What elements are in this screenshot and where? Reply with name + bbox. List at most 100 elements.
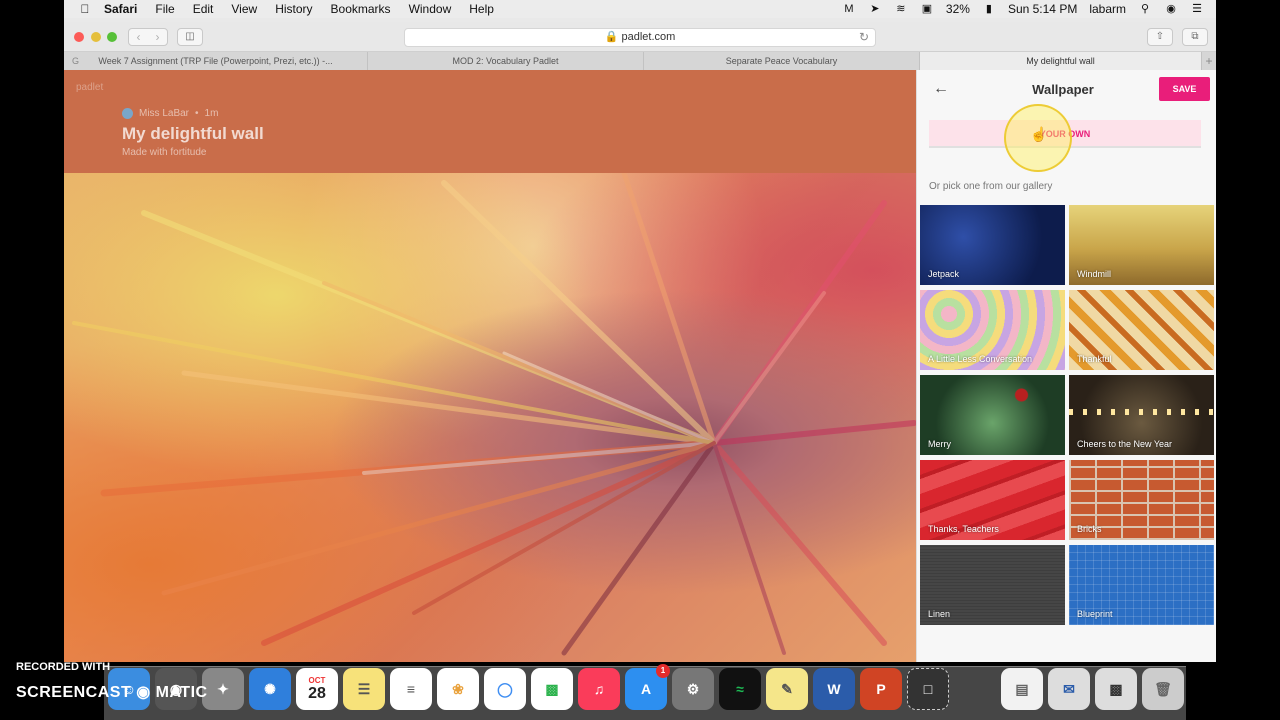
right-letterbox (1216, 0, 1280, 720)
wallpaper-windmill[interactable]: Windmill (1069, 205, 1214, 285)
calendar-icon[interactable]: OCT 28 (296, 668, 338, 710)
tab-label: MOD 2: Vocabulary Padlet (452, 56, 559, 66)
wallpaper-streaks (72, 173, 916, 656)
padlet-page: padlet Miss LaBar • 1m My delightful wal… (64, 70, 916, 662)
wallpaper-label: Thankful (1077, 354, 1112, 364)
itunes-icon[interactable]: ♫ (578, 668, 620, 710)
wallpaper-linen[interactable]: Linen (920, 545, 1065, 625)
sidebar-toggle-button[interactable]: ◫ (177, 28, 203, 46)
gmail-icon[interactable]: M (842, 3, 856, 15)
tab-bar: G Week 7 Assignment (TRP File (Powerpoin… (64, 52, 1216, 70)
calendar-day: 28 (308, 684, 326, 702)
wallpaper-thanks-teachers[interactable]: Thanks, Teachers (920, 460, 1065, 540)
window-zoom-button[interactable] (107, 32, 117, 42)
wall-header: padlet Miss LaBar • 1m My delightful wal… (64, 70, 916, 173)
display-icon[interactable]: ▣ (920, 3, 934, 15)
window-minimize-button[interactable] (91, 32, 101, 42)
safari-icon[interactable]: ✺ (249, 668, 291, 710)
mac-menu-bar:  Safari File Edit View History Bookmark… (64, 0, 1216, 18)
screen-recording-icon[interactable]: ▩ (1095, 668, 1137, 710)
photos-icon[interactable]: ❀ (437, 668, 479, 710)
wallpaper-label: Jetpack (928, 269, 960, 279)
url-text: padlet.com (621, 31, 676, 43)
user-name[interactable]: labarm (1089, 2, 1126, 16)
dot-separator: • (195, 108, 199, 119)
location-icon[interactable]: ➤ (868, 3, 882, 15)
spotify-icon[interactable]: ≈ (719, 668, 761, 710)
wifi-icon[interactable]: ≋ (894, 3, 908, 15)
wallpaper-bricks[interactable]: Bricks (1069, 460, 1214, 540)
menu-edit[interactable]: Edit (193, 2, 214, 16)
matic-word: MATIC (155, 684, 208, 701)
menu-view[interactable]: View (231, 2, 257, 16)
battery-icon[interactable]: ▮ (982, 3, 996, 15)
screenshot-icon[interactable]: □ (907, 668, 949, 710)
wallpaper-jetpack[interactable]: Jetpack (920, 205, 1065, 285)
documents-folder-icon[interactable]: ▤ (1001, 668, 1043, 710)
notification-center-icon[interactable]: ☰ (1190, 3, 1204, 15)
tab-week7-assignment[interactable]: G Week 7 Assignment (TRP File (Powerpoin… (64, 52, 368, 70)
tab-separate-peace[interactable]: Separate Peace Vocabulary (644, 52, 920, 70)
app-store-icon[interactable]: A1 (625, 664, 670, 710)
system-preferences-icon[interactable]: ⚙ (672, 668, 714, 710)
wallpaper-thankful[interactable]: Thankful (1069, 290, 1214, 370)
google-icon: G (72, 56, 80, 66)
wallpaper-canvas[interactable] (64, 173, 916, 662)
wall-subtitle[interactable]: Made with fortitude (122, 147, 207, 158)
dock-icons: ☺ ◉ ✦ ✺ OCT 28 ☰ ≡ ❀ ◯ ▩ ♫ A1 ⚙ ≈ ✎ W P … (108, 664, 1184, 710)
word-document-icon[interactable]: ✉ (1048, 668, 1090, 710)
wallpaper-merry[interactable]: Merry (920, 375, 1065, 455)
show-tabs-button[interactable]: ⧉ (1182, 28, 1208, 46)
numbers-icon[interactable]: ▩ (531, 668, 573, 710)
forward-arrow-icon[interactable]: › (148, 29, 167, 45)
siri-icon[interactable]: ◉ (1164, 3, 1178, 15)
word-icon[interactable]: W (813, 668, 855, 710)
wallpaper-little-less-conversation[interactable]: A Little Less Conversation (920, 290, 1065, 370)
wallpaper-blueprint[interactable]: Blueprint (1069, 545, 1214, 625)
author-name: Miss LaBar (139, 108, 190, 119)
menu-app-safari[interactable]: Safari (104, 2, 137, 16)
wall-title[interactable]: My delightful wall (122, 124, 264, 144)
stickies-icon[interactable]: ✎ (766, 668, 808, 710)
padlet-logo[interactable]: padlet (76, 82, 103, 93)
tab-mod2-vocabulary[interactable]: MOD 2: Vocabulary Padlet (368, 52, 644, 70)
notes-icon[interactable]: ☰ (343, 668, 385, 710)
tab-label: Separate Peace Vocabulary (725, 56, 838, 66)
screencast-watermark: SCREENCAST ◉ MATIC (16, 682, 208, 702)
wallpaper-cheers-new-year[interactable]: Cheers to the New Year (1069, 375, 1214, 455)
launchpad-icon[interactable]: ✦ (202, 668, 244, 710)
wallpaper-label: Thanks, Teachers (928, 524, 999, 534)
menu-bookmarks[interactable]: Bookmarks (331, 2, 391, 16)
menu-file[interactable]: File (155, 2, 174, 16)
lock-icon: 🔒 (604, 31, 619, 43)
panel-header: ← Wallpaper SAVE (917, 70, 1216, 110)
wallpaper-gallery: Jetpack Windmill A Little Less Conversat… (920, 205, 1214, 625)
spotlight-search-icon[interactable]: ⚲ (1138, 3, 1152, 15)
wallpaper-label: Blueprint (1077, 609, 1113, 619)
menu-help[interactable]: Help (469, 2, 494, 16)
share-button[interactable]: ⇧ (1147, 28, 1173, 46)
tab-my-delightful-wall[interactable]: My delightful wall (920, 52, 1202, 70)
address-bar[interactable]: 🔒 padlet.com ↻ (404, 28, 876, 47)
string-lights-decoration (1069, 409, 1214, 415)
wallpaper-label: Bricks (1077, 524, 1102, 534)
screencast-word: SCREENCAST (16, 684, 132, 701)
save-button[interactable]: SAVE (1159, 77, 1210, 101)
reload-icon[interactable]: ↻ (859, 29, 869, 46)
clock[interactable]: Sun 5:14 PM (1008, 2, 1077, 16)
apple-icon[interactable]:  (78, 2, 92, 16)
chrome-icon[interactable]: ◯ (484, 668, 526, 710)
menu-history[interactable]: History (275, 2, 312, 16)
reminders-icon[interactable]: ≡ (390, 668, 432, 710)
menu-window[interactable]: Window (409, 2, 452, 16)
battery-percent[interactable]: 32% (946, 2, 970, 16)
trash-icon[interactable]: 🗑 (1142, 668, 1184, 710)
gallery-label: Or pick one from our gallery (929, 181, 1053, 192)
window-close-button[interactable] (74, 32, 84, 42)
record-icon: ◉ (136, 684, 151, 701)
back-arrow-icon[interactable]: ‹ (129, 29, 148, 45)
new-tab-button[interactable]: + (1202, 52, 1216, 70)
app-store-badge: 1 (656, 664, 670, 678)
back-forward-buttons: ‹ › (128, 28, 168, 46)
powerpoint-icon[interactable]: P (860, 668, 902, 710)
